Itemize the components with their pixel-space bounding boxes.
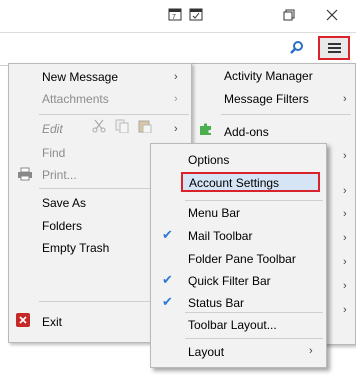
svg-text:7: 7 [172,14,176,21]
close-icon[interactable] [322,6,342,26]
print-item[interactable]: Print... [42,168,77,182]
chevron-right-icon: › [343,93,347,105]
mail-toolbar-item[interactable]: Mail Toolbar [188,229,252,243]
chevron-right-icon: › [343,150,347,162]
tasks-icon[interactable] [186,6,206,26]
quick-filter-bar-item[interactable]: Quick Filter Bar [188,274,271,288]
search-icon[interactable] [289,40,305,56]
activity-manager-item[interactable]: Activity Manager [224,69,313,83]
chevron-right-icon: › [343,256,347,268]
message-filters-item[interactable]: Message Filters [224,92,309,106]
app-menu-button[interactable] [318,36,350,60]
title-bar: 7 [0,0,356,32]
attachments-item[interactable]: Attachments [42,92,109,106]
cut-icon [92,119,106,133]
calendar-icon[interactable]: 7 [165,6,185,26]
separator [39,114,189,115]
check-icon: ✔ [162,227,173,242]
puzzle-icon [199,122,213,136]
copy-icon [115,119,129,134]
find-item[interactable]: Find [42,146,65,160]
chevron-right-icon: › [343,304,347,316]
check-icon: ✔ [162,294,173,309]
chevron-right-icon: › [343,232,347,244]
addons-item[interactable]: Add-ons [224,125,269,139]
folders-item[interactable]: Folders [42,219,82,233]
status-bar-item[interactable]: Status Bar [188,296,244,310]
chevron-right-icon: › [174,123,178,135]
chevron-right-icon: › [343,280,347,292]
separator [185,338,323,339]
separator [221,114,351,115]
separator [185,312,323,313]
chevron-right-icon: › [343,185,347,197]
exit-item[interactable]: Exit [42,315,62,329]
folder-pane-toolbar-item[interactable]: Folder Pane Toolbar [188,252,296,266]
chevron-right-icon: › [309,345,313,357]
menu-bar-item[interactable]: Menu Bar [188,206,240,220]
chevron-right-icon: › [174,93,178,105]
account-settings-item[interactable]: Account Settings [181,172,320,192]
chevron-right-icon: › [174,71,178,83]
options-item[interactable]: Options [188,153,229,167]
account-settings-label: Account Settings [189,176,280,190]
exit-icon [16,313,30,327]
new-message-item[interactable]: New Message [42,70,118,84]
separator [185,200,323,201]
toolbar-layout-item[interactable]: Toolbar Layout... [188,318,277,332]
layout-item[interactable]: Layout [188,345,224,359]
chevron-right-icon: › [343,208,347,220]
paste-icon [138,119,152,134]
check-icon: ✔ [162,272,173,287]
restore-icon[interactable] [279,6,299,26]
edit-item[interactable]: Edit [42,122,63,136]
printer-icon [17,167,33,181]
save-as-item[interactable]: Save As [42,196,86,210]
empty-trash-item[interactable]: Empty Trash [42,241,109,255]
